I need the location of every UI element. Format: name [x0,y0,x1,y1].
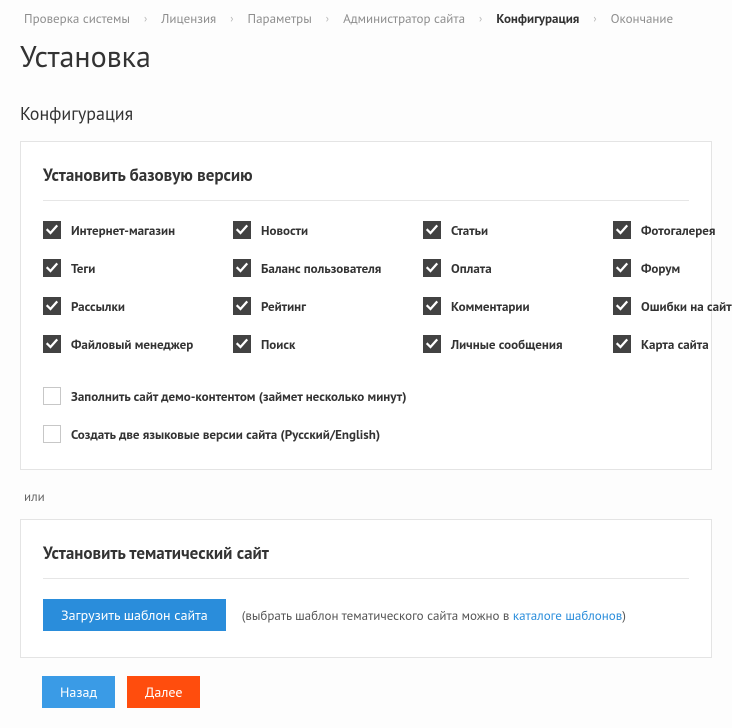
checkbox-checked-icon [423,259,441,277]
module-label: Карта сайта [641,336,709,353]
checkbox-checked-icon [233,297,251,315]
module-label: Фотогалерея [641,222,715,239]
module-checkbox[interactable]: Личные сообщения [423,335,613,353]
checkbox-checked-icon [43,259,61,277]
module-checkbox[interactable]: Ошибки на сайте [613,297,732,315]
nav-row: Назад Далее [20,676,712,708]
module-label: Ошибки на сайте [641,298,732,315]
breadcrumb-item[interactable]: Лицензия [157,10,220,27]
module-label: Новости [261,222,308,239]
panel-base-version: Установить базовую версию Интернет-магаз… [20,141,712,470]
module-label: Поиск [261,336,295,353]
panel-theme-title: Установить тематический сайт [43,542,689,579]
module-checkbox[interactable]: Статьи [423,221,613,239]
checkbox-checked-icon [43,297,61,315]
checkbox-checked-icon [233,335,251,353]
breadcrumb-item[interactable]: Конфигурация [492,10,583,27]
checkbox-checked-icon [233,221,251,239]
page-title: Установка [20,37,712,76]
breadcrumb: Проверка системы›Лицензия›Параметры›Адми… [20,0,712,31]
template-catalog-link[interactable]: каталоге шаблонов [513,607,622,624]
chevron-right-icon: › [469,12,492,26]
checkbox-checked-icon [43,221,61,239]
module-label: Форум [641,260,680,277]
breadcrumb-item[interactable]: Администратор сайта [339,10,469,27]
checkbox-checked-icon [423,335,441,353]
or-separator: или [24,488,712,505]
module-label: Рассылки [71,298,125,315]
chevron-right-icon: › [134,12,157,26]
module-checkbox[interactable]: Теги [43,259,233,277]
module-checkbox[interactable]: Рассылки [43,297,233,315]
chevron-right-icon: › [316,12,339,26]
checkbox-checked-icon [43,335,61,353]
panel-theme-site: Установить тематический сайт Загрузить ш… [20,519,712,658]
checkbox-checked-icon [613,297,631,315]
module-checkbox[interactable]: Оплата [423,259,613,277]
breadcrumb-item[interactable]: Параметры [244,10,316,27]
chevron-right-icon: › [583,12,606,26]
template-hint: (выбрать шаблон тематического сайта можн… [242,607,626,624]
module-label: Статьи [451,222,488,239]
extra-options: Заполнить сайт демо-контентом (займет не… [43,387,689,443]
module-checkbox[interactable]: Форум [613,259,732,277]
checkbox-checked-icon [613,221,631,239]
module-label: Баланс пользователя [261,260,381,277]
module-label: Комментарии [451,298,530,315]
checkbox-unchecked-icon [43,425,61,443]
checkbox-checked-icon [233,259,251,277]
checkbox-checked-icon [423,221,441,239]
module-checkbox[interactable]: Рейтинг [233,297,423,315]
module-checkbox[interactable]: Новости [233,221,423,239]
back-button[interactable]: Назад [42,676,115,708]
extra-option-checkbox[interactable]: Создать две языковые версии сайта (Русск… [43,425,689,443]
module-grid: Интернет-магазинНовостиСтатьиФотогалерея… [43,221,689,353]
module-checkbox[interactable]: Комментарии [423,297,613,315]
section-title: Конфигурация [20,102,712,125]
module-label: Личные сообщения [451,336,563,353]
template-hint-suffix: ) [622,607,626,624]
extra-option-checkbox[interactable]: Заполнить сайт демо-контентом (займет не… [43,387,689,405]
checkbox-checked-icon [613,259,631,277]
breadcrumb-item[interactable]: Проверка системы [20,10,134,27]
module-checkbox[interactable]: Карта сайта [613,335,732,353]
extra-option-label: Создать две языковые версии сайта (Русск… [71,426,380,443]
module-label: Рейтинг [261,298,306,315]
module-checkbox[interactable]: Интернет-магазин [43,221,233,239]
module-label: Оплата [451,260,492,277]
module-label: Файловый менеджер [71,336,193,353]
checkbox-checked-icon [423,297,441,315]
module-label: Теги [71,260,95,277]
chevron-right-icon: › [220,12,243,26]
checkbox-unchecked-icon [43,387,61,405]
next-button[interactable]: Далее [127,676,200,708]
load-template-button[interactable]: Загрузить шаблон сайта [43,599,226,631]
breadcrumb-item[interactable]: Окончание [607,10,678,27]
module-checkbox[interactable]: Файловый менеджер [43,335,233,353]
template-hint-prefix: (выбрать шаблон тематического сайта можн… [242,607,513,624]
extra-option-label: Заполнить сайт демо-контентом (займет не… [71,388,407,405]
module-checkbox[interactable]: Фотогалерея [613,221,732,239]
module-checkbox[interactable]: Баланс пользователя [233,259,423,277]
checkbox-checked-icon [613,335,631,353]
module-label: Интернет-магазин [71,222,175,239]
module-checkbox[interactable]: Поиск [233,335,423,353]
panel-base-title: Установить базовую версию [43,164,689,201]
